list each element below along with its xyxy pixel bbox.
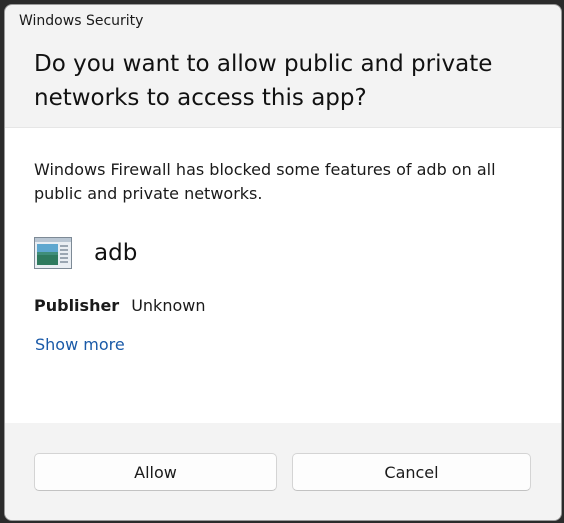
publisher-row: Publisher Unknown	[34, 294, 205, 318]
dialog-footer: Allow Cancel	[5, 423, 561, 520]
app-name: adb	[94, 240, 138, 266]
publisher-value: Unknown	[131, 296, 206, 315]
blocked-message: Windows Firewall has blocked some featur…	[34, 160, 496, 203]
window-title: Windows Security	[19, 13, 144, 29]
firewall-dialog: Windows Security Do you want to allow pu…	[4, 4, 562, 521]
app-window-icon	[34, 237, 72, 269]
allow-button[interactable]: Allow	[34, 453, 277, 491]
dialog-heading: Do you want to allow public and private …	[34, 51, 493, 111]
show-more-link[interactable]: Show more	[35, 333, 125, 357]
title-bar: Windows Security	[5, 5, 561, 41]
dialog-header: Do you want to allow public and private …	[5, 41, 561, 127]
publisher-label: Publisher	[34, 296, 120, 315]
dialog-content: Windows Firewall has blocked some featur…	[5, 127, 561, 425]
cancel-button[interactable]: Cancel	[292, 453, 531, 491]
